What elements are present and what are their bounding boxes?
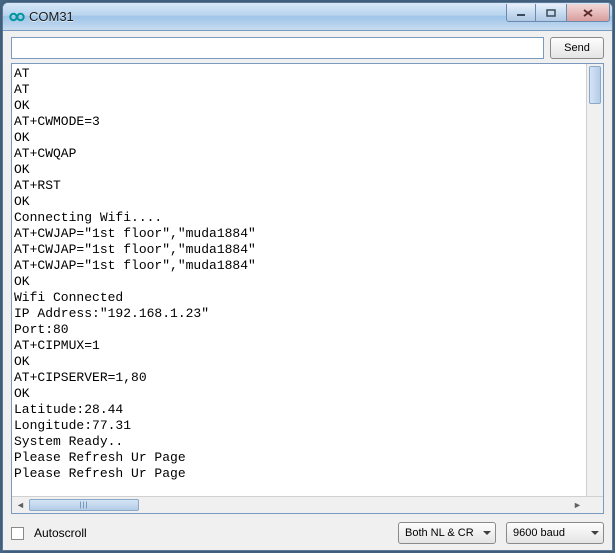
autoscroll-label: Autoscroll <box>34 526 87 540</box>
chevron-down-icon <box>483 531 491 535</box>
autoscroll-checkbox[interactable] <box>11 527 24 540</box>
minimize-button[interactable] <box>506 4 536 22</box>
vertical-scrollbar[interactable] <box>586 64 603 496</box>
baud-select[interactable]: 9600 baud <box>506 522 604 544</box>
horizontal-scrollbar-thumb[interactable] <box>29 499 139 511</box>
console-area: AT AT OK AT+CWMODE=3 OK AT+CWQAP OK AT+R… <box>11 63 604 514</box>
scrollbar-corner <box>586 497 603 514</box>
input-row: Send <box>3 31 612 63</box>
vertical-scrollbar-thumb[interactable] <box>589 66 601 104</box>
horizontal-scrollbar[interactable]: ◄ ► <box>12 496 603 513</box>
scroll-left-icon[interactable]: ◄ <box>12 497 29 514</box>
close-button[interactable] <box>566 4 610 22</box>
line-ending-value: Both NL & CR <box>405 527 474 539</box>
serial-monitor-window: COM31 Send AT AT OK AT+CWMODE=3 OK AT+CW… <box>2 2 613 551</box>
maximize-button[interactable] <box>536 4 566 22</box>
console-output[interactable]: AT AT OK AT+CWMODE=3 OK AT+CWQAP OK AT+R… <box>12 64 603 496</box>
titlebar[interactable]: COM31 <box>3 3 612 31</box>
horizontal-scrollbar-track[interactable] <box>29 497 569 513</box>
scroll-right-icon[interactable]: ► <box>569 497 586 514</box>
chevron-down-icon <box>591 531 599 535</box>
send-button[interactable]: Send <box>550 37 604 59</box>
baud-value: 9600 baud <box>513 527 565 539</box>
bottom-bar: Autoscroll Both NL & CR 9600 baud <box>3 518 612 550</box>
line-ending-select[interactable]: Both NL & CR <box>398 522 496 544</box>
serial-input[interactable] <box>11 37 544 59</box>
window-controls <box>506 4 610 22</box>
arduino-icon <box>9 9 25 25</box>
window-title: COM31 <box>29 9 74 24</box>
